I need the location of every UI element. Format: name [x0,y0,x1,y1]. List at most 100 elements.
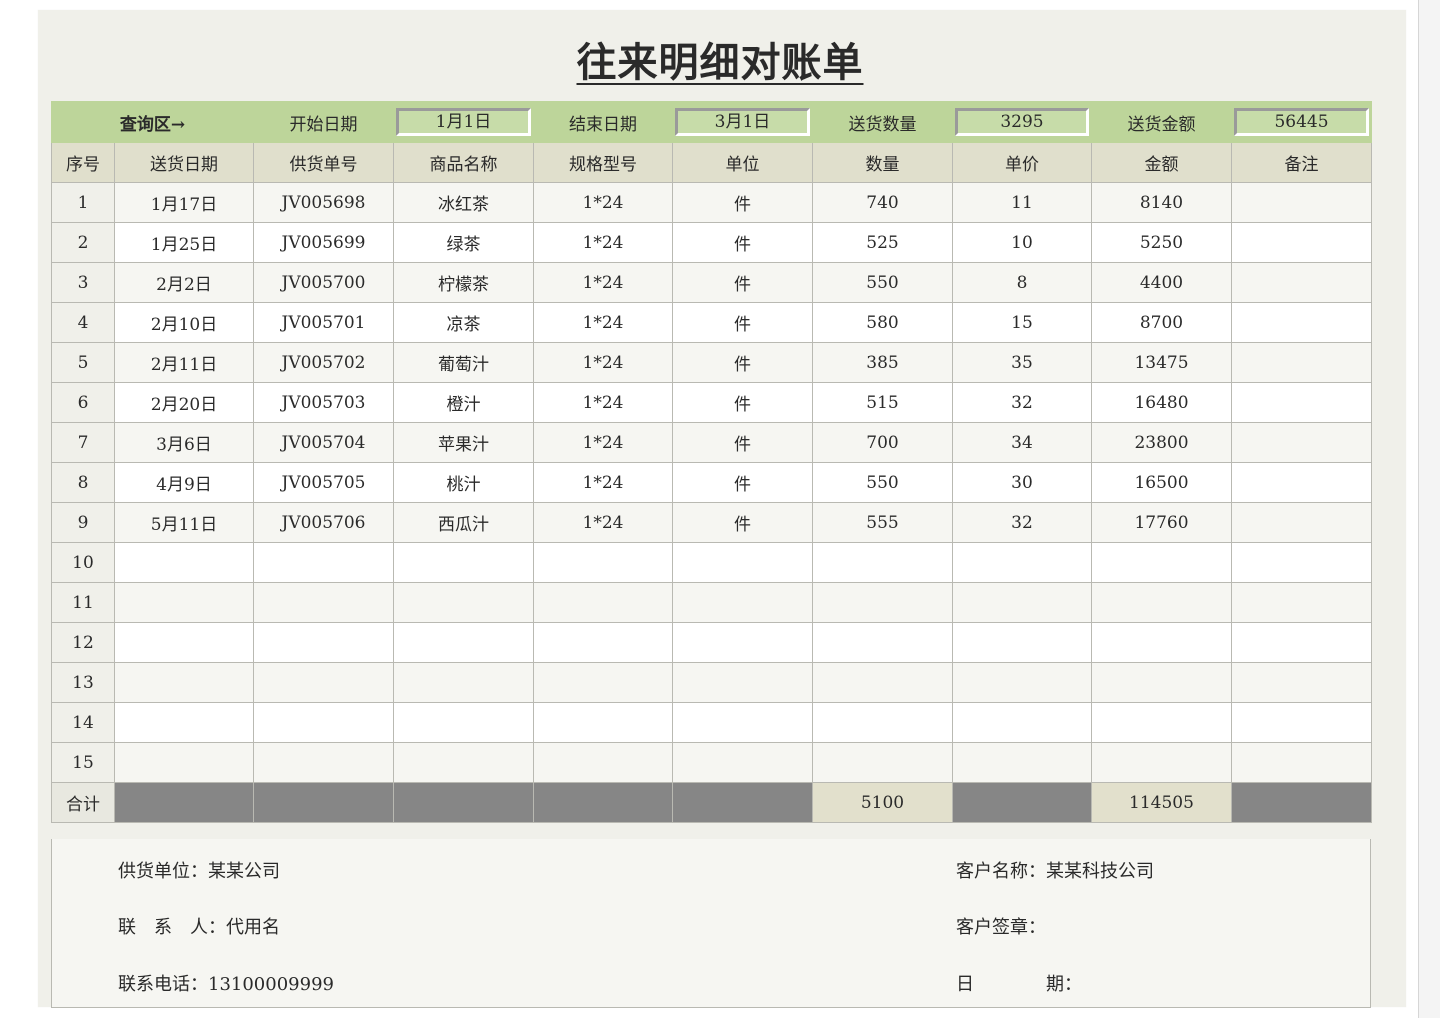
cell-price[interactable]: 8 [952,262,1092,303]
cell-order-no[interactable]: JV005702 [253,342,394,383]
cell-unit[interactable] [672,702,813,743]
cell-product[interactable]: 西瓜汁 [393,502,534,543]
cell-price[interactable]: 10 [952,222,1092,263]
cell-index[interactable]: 13 [51,662,115,703]
cell-amount[interactable]: 16500 [1091,462,1232,503]
cell-amount[interactable]: 4400 [1091,262,1232,303]
cell-date[interactable]: 2月10日 [114,302,254,343]
delivery-qty-cell[interactable]: 3295 [952,101,1092,143]
cell-amount[interactable] [1091,702,1232,743]
cell-qty[interactable]: 550 [812,262,953,303]
cell-index[interactable]: 6 [51,382,115,423]
cell-remark[interactable] [1231,662,1372,703]
cell-order-no[interactable]: JV005700 [253,262,394,303]
cell-remark[interactable] [1231,342,1372,383]
cell-remark[interactable] [1231,302,1372,343]
cell-unit[interactable]: 件 [672,382,813,423]
cell-price[interactable]: 32 [952,382,1092,423]
cell-spec[interactable]: 1*24 [533,222,673,263]
cell-price[interactable] [952,702,1092,743]
cell-index[interactable]: 1 [51,182,115,223]
cell-price[interactable] [952,542,1092,583]
delivery-amount-value[interactable]: 56445 [1234,108,1369,136]
cell-qty[interactable]: 515 [812,382,953,423]
cell-index[interactable]: 2 [51,222,115,263]
cell-index[interactable]: 9 [51,502,115,543]
cell-qty[interactable]: 580 [812,302,953,343]
cell-amount[interactable]: 13475 [1091,342,1232,383]
cell-remark[interactable] [1231,582,1372,623]
cell-unit[interactable] [672,582,813,623]
cell-product[interactable]: 冰红茶 [393,182,534,223]
cell-index[interactable]: 3 [51,262,115,303]
cell-date[interactable] [114,542,254,583]
cell-product[interactable]: 绿茶 [393,222,534,263]
cell-order-no[interactable]: JV005705 [253,462,394,503]
cell-spec[interactable]: 1*24 [533,302,673,343]
cell-price[interactable]: 34 [952,422,1092,463]
cell-qty[interactable]: 555 [812,502,953,543]
cell-qty[interactable]: 740 [812,182,953,223]
cell-spec[interactable] [533,702,673,743]
cell-qty[interactable] [812,742,953,783]
end-date-cell[interactable]: 3月1日 [672,101,813,143]
cell-amount[interactable] [1091,622,1232,663]
cell-date[interactable]: 1月17日 [114,182,254,223]
cell-index[interactable]: 12 [51,622,115,663]
cell-product[interactable]: 柠檬茶 [393,262,534,303]
cell-product[interactable] [393,662,534,703]
start-date-cell[interactable]: 1月1日 [393,101,534,143]
cell-order-no[interactable] [253,742,394,783]
cell-index[interactable]: 7 [51,422,115,463]
cell-date[interactable]: 1月25日 [114,222,254,263]
cell-qty[interactable] [812,622,953,663]
cell-remark[interactable] [1231,222,1372,263]
cell-remark[interactable] [1231,742,1372,783]
cell-product[interactable] [393,542,534,583]
cell-order-no[interactable]: JV005698 [253,182,394,223]
cell-order-no[interactable]: JV005703 [253,382,394,423]
cell-amount[interactable]: 17760 [1091,502,1232,543]
cell-date[interactable]: 3月6日 [114,422,254,463]
cell-date[interactable]: 2月11日 [114,342,254,383]
cell-price[interactable]: 15 [952,302,1092,343]
cell-spec[interactable]: 1*24 [533,382,673,423]
cell-amount[interactable] [1091,742,1232,783]
cell-unit[interactable] [672,662,813,703]
cell-unit[interactable]: 件 [672,462,813,503]
cell-remark[interactable] [1231,182,1372,223]
cell-qty[interactable]: 525 [812,222,953,263]
cell-spec[interactable] [533,622,673,663]
cell-product[interactable] [393,622,534,663]
cell-qty[interactable] [812,582,953,623]
cell-index[interactable]: 15 [51,742,115,783]
cell-spec[interactable]: 1*24 [533,342,673,383]
cell-unit[interactable]: 件 [672,182,813,223]
cell-order-no[interactable] [253,542,394,583]
cell-price[interactable] [952,622,1092,663]
cell-order-no[interactable] [253,582,394,623]
cell-remark[interactable] [1231,422,1372,463]
cell-price[interactable] [952,662,1092,703]
cell-product[interactable]: 凉茶 [393,302,534,343]
cell-date[interactable] [114,742,254,783]
delivery-amount-cell[interactable]: 56445 [1231,101,1372,143]
cell-product[interactable] [393,742,534,783]
cell-product[interactable] [393,582,534,623]
cell-unit[interactable]: 件 [672,222,813,263]
cell-order-no[interactable] [253,702,394,743]
scrollbar-track[interactable] [1418,0,1440,1018]
cell-amount[interactable]: 23800 [1091,422,1232,463]
cell-amount[interactable]: 16480 [1091,382,1232,423]
cell-unit[interactable] [672,542,813,583]
cell-qty[interactable] [812,662,953,703]
cell-unit[interactable] [672,742,813,783]
cell-order-no[interactable]: JV005699 [253,222,394,263]
cell-amount[interactable]: 8140 [1091,182,1232,223]
cell-date[interactable]: 5月11日 [114,502,254,543]
delivery-qty-value[interactable]: 3295 [955,108,1089,136]
cell-amount[interactable] [1091,662,1232,703]
cell-date[interactable] [114,622,254,663]
cell-qty[interactable]: 700 [812,422,953,463]
cell-spec[interactable]: 1*24 [533,262,673,303]
